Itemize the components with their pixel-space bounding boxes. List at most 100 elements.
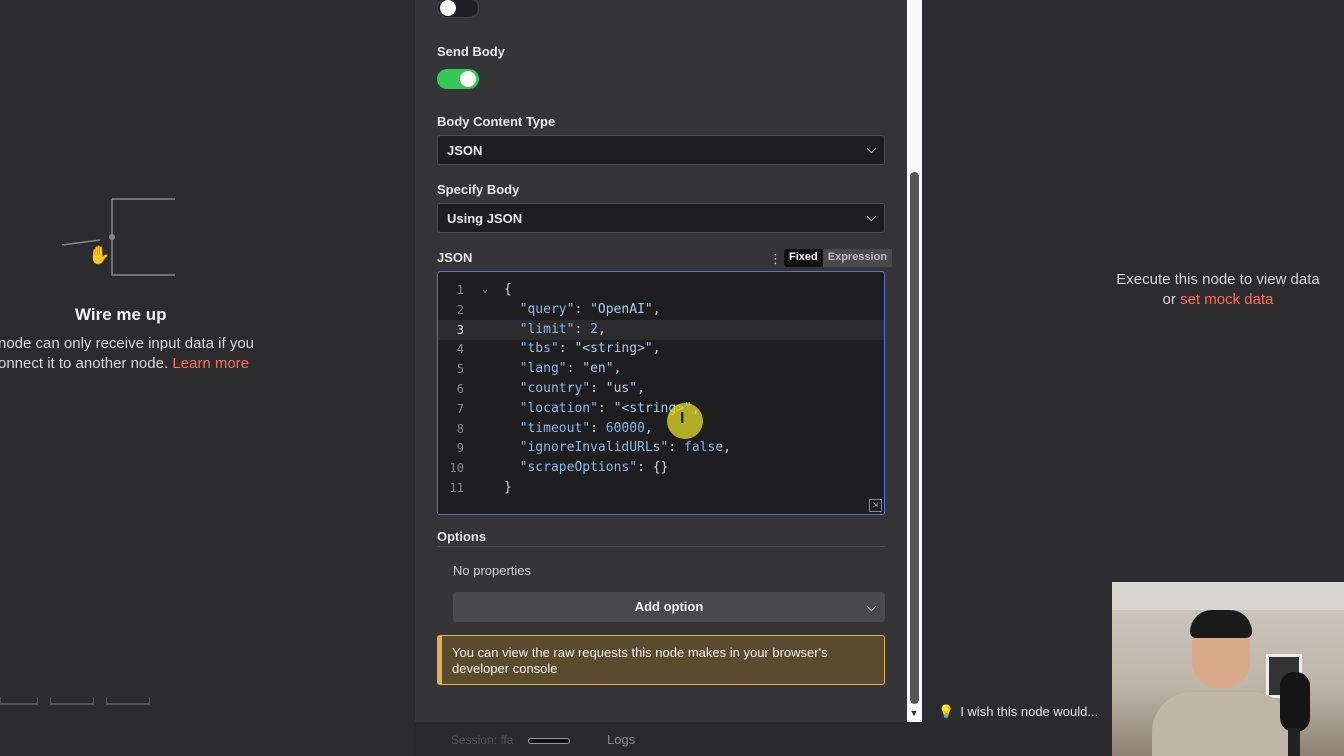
line-number: 6 [456,382,464,396]
code-text: "timeout": 60000, [519,420,653,436]
resize-expand-icon[interactable]: ⇲ [869,499,882,512]
json-punctuation: , [652,301,661,317]
code-text: "query": "OpenAI", [519,301,661,317]
chevron-down-icon: ⌵ [866,210,876,224]
output-empty-message: Execute this node to view data or set mo… [1100,270,1336,310]
input-panel [0,0,415,756]
code-text: } [504,480,512,495]
wire-message-line-2: onnect it to another node. Learn more [0,355,250,372]
code-line[interactable]: 6 "country": "us", [438,379,884,399]
set-mock-data-link[interactable]: set mock data [1180,291,1273,308]
json-value: "<string>" [574,341,653,357]
send-body-toggle[interactable] [437,69,479,89]
code-line[interactable]: 2 "query": "OpenAI", [438,300,884,320]
no-properties-text: No properties [453,563,532,578]
line-number: 4 [456,342,464,357]
code-line[interactable]: 4 "tbs": "<string>", [438,339,884,359]
json-punctuation: , [652,341,661,357]
previous-toggle[interactable] [437,0,479,18]
left-tab-1[interactable] [0,697,38,705]
feedback-button[interactable]: 💡 I wish this node would... [938,704,1098,720]
code-text: "scrapeOptions": {} [519,460,669,476]
text-cursor-icon: I [680,410,685,427]
code-text: { [504,282,512,297]
json-value: "us" [605,381,638,396]
code-line[interactable]: 8 "timeout": 60000, [438,419,884,439]
specify-body-select[interactable]: Using JSON ⌵ [437,203,885,233]
json-editor[interactable]: ⇲ 1 ⌄{2 "query": "OpenAI", 3 "limit": 2, 4 … [437,271,885,515]
line-number: 7 [456,401,464,416]
json-key: "timeout" [519,420,591,436]
send-body-label: Send Body [437,44,505,59]
json-key: "location" [519,400,598,416]
json-key: "ignoreInvalidURLs" [519,440,669,456]
execute-message: Execute this node to view data [1116,271,1320,288]
logs-tab[interactable]: Logs [607,732,635,747]
options-title: Options [437,529,487,544]
mode-fixed-tab[interactable]: Fixed [784,249,823,267]
line-number: 10 [449,461,464,476]
json-value: "en" [582,361,614,377]
more-options-icon[interactable]: ⋮ [769,251,782,267]
fold-chevron-icon[interactable]: ⌄ [482,280,488,300]
line-number: 11 [449,481,464,495]
scrollbar-thumb[interactable] [910,172,919,704]
line-number: 2 [456,302,464,317]
svg-text:✋: ✋ [88,244,110,266]
json-punctuation: , [613,361,622,377]
fixed-expression-switch[interactable]: Fixed Expression [784,249,893,267]
left-bottom-tabs [0,697,170,707]
learn-more-link[interactable]: Learn more [172,355,249,372]
json-value: false [684,440,724,456]
json-key: "country" [519,381,591,396]
json-key: "tbs" [519,341,559,357]
specify-body-value: Using JSON [447,211,523,226]
body-content-type-label: Body Content Type [437,114,556,129]
left-tab-3[interactable] [106,697,150,705]
left-tab-2[interactable] [50,697,94,705]
microphone-arm [1288,728,1300,756]
chevron-down-icon: ⌵ [866,600,876,614]
json-label: JSON [437,250,473,265]
json-key: "query" [519,301,575,317]
code-line[interactable]: 5 "lang": "en", [438,359,884,379]
toggle-knob [460,71,476,87]
lightbulb-icon: 💡 [938,704,955,719]
session-indicator [528,738,570,744]
line-number: 9 [456,441,464,456]
toggle-knob [440,0,456,16]
json-value: {} [652,460,669,476]
specify-body-label: Specify Body [437,182,520,197]
code-line[interactable]: 1 ⌄ { [438,280,884,300]
webcam-overlay [1112,582,1344,756]
code-line[interactable]: 3 "limit": 2, [438,319,884,340]
code-line[interactable]: 7 "location": "<string>", [438,399,884,419]
webcam-person-hair [1190,610,1252,638]
code-line[interactable]: 9 "ignoreInvalidURLs": false, [438,438,884,458]
line-number: 8 [456,421,464,436]
json-value: "OpenAI" [590,301,653,317]
mouse-cursor-highlight [667,403,703,439]
code-text: "lang": "en", [519,361,622,377]
mode-expression-tab[interactable]: Expression [822,249,893,267]
session-label: Session: ffa [451,733,514,747]
json-punctuation: , [637,381,645,396]
line-number: 5 [456,362,464,377]
json-punctuation: , [597,321,606,337]
chevron-down-icon: ⌵ [866,142,876,156]
add-option-button[interactable]: Add option ⌵ [453,592,885,622]
wire-message: node can only receive input data if you … [0,334,298,374]
webcam-ceiling [1112,582,1344,610]
body-content-type-select[interactable]: JSON ⌵ [437,135,885,165]
wire-me-up-title: Wire me up [75,305,167,324]
json-value: 60000 [605,420,645,436]
code-line[interactable]: 11} [438,478,884,498]
wire-message-line-1: node can only receive input data if you [0,335,255,352]
scroll-down-arrow-icon[interactable]: ▼ [909,708,919,718]
wire-connector-illustration: ✋ [61,198,175,276]
webcam-person-body [1152,692,1292,756]
microphone-icon [1280,672,1310,732]
code-line[interactable]: 10 "scrapeOptions": {} [438,458,884,478]
json-punctuation: , [723,440,731,456]
bottom-bar [415,722,1112,756]
